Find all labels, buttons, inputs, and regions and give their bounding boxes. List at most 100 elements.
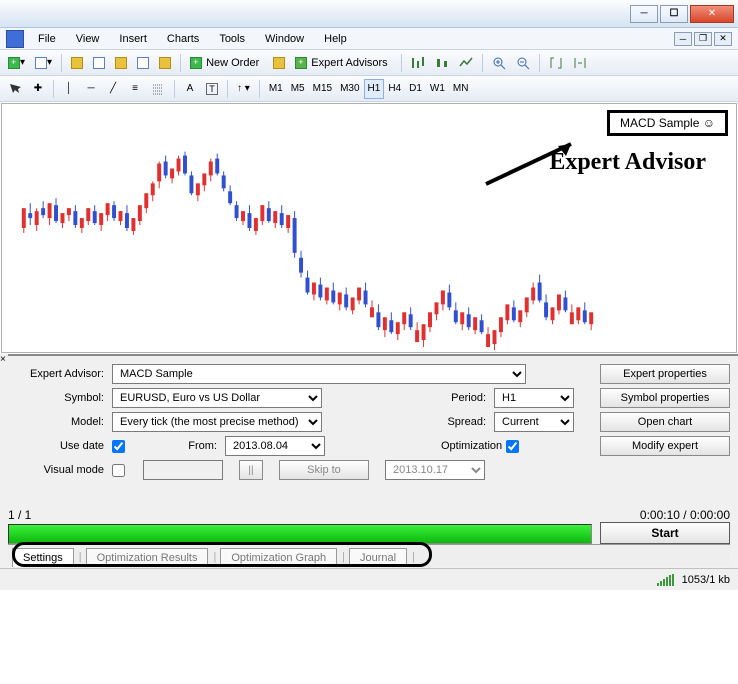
to-date-select[interactable]: 2013.10.17 [385, 460, 485, 480]
timeframe-m15[interactable]: M15 [309, 79, 336, 99]
ea-icon [295, 57, 307, 69]
cursor-button[interactable] [4, 79, 26, 99]
separator [539, 54, 540, 72]
timeframe-h1[interactable]: H1 [364, 79, 385, 99]
optimization-label: Optimization [441, 440, 502, 452]
menu-bar: File View Insert Charts Tools Window Hel… [0, 28, 738, 50]
chart-area[interactable]: MACD Sample ☺ Expert Advisor [1, 103, 737, 353]
menu-file[interactable]: File [28, 30, 66, 48]
metaeditor-button[interactable] [269, 53, 289, 73]
navigator-button[interactable] [111, 53, 131, 73]
period-select[interactable]: H1 [494, 388, 574, 408]
menu-window[interactable]: Window [255, 30, 314, 48]
candle-chart-button[interactable] [431, 53, 453, 73]
fib-button[interactable] [147, 79, 169, 99]
ea-select[interactable]: MACD Sample [112, 364, 526, 384]
vertical-line-button[interactable]: │ [59, 79, 79, 99]
candlestick-chart [2, 104, 736, 352]
symbol-properties-button[interactable]: Symbol properties [600, 388, 730, 408]
data-window-button[interactable] [89, 53, 109, 73]
timeframe-d1[interactable]: D1 [405, 79, 426, 99]
timeframe-h4[interactable]: H4 [384, 79, 405, 99]
from-date-select[interactable]: 2013.08.04 [225, 436, 325, 456]
timeframe-m5[interactable]: M5 [287, 79, 309, 99]
start-button[interactable]: Start [600, 522, 730, 544]
expert-advisors-button[interactable]: Expert Advisors [291, 53, 395, 73]
app-icon[interactable] [6, 30, 24, 48]
new-order-button[interactable]: New Order [186, 53, 267, 73]
close-button[interactable]: ✕ [690, 5, 734, 23]
from-label: From: [181, 440, 221, 452]
chart-shift-button[interactable] [569, 53, 591, 73]
horizontal-line-button[interactable]: ─ [81, 79, 101, 99]
tab-optimization-graph[interactable]: Optimization Graph [220, 548, 337, 567]
terminal-icon [137, 57, 149, 69]
line-chart-icon [459, 56, 473, 70]
timeframe-mn[interactable]: MN [449, 79, 473, 99]
tab-journal[interactable]: Journal [349, 548, 407, 567]
tab-settings[interactable]: Settings [12, 548, 74, 567]
visual-mode-label: Visual mode [8, 464, 108, 476]
text-button[interactable]: A [180, 79, 200, 99]
channel-button[interactable]: ≡ [125, 79, 145, 99]
ea-label: Expert Advisor: [8, 368, 108, 380]
expert-properties-button[interactable]: Expert properties [600, 364, 730, 384]
timeframe-m1[interactable]: M1 [265, 79, 287, 99]
crosshair-button[interactable]: ✚ [28, 79, 48, 99]
arrows-button[interactable]: ↑ ▾ [233, 79, 254, 99]
text-label-button[interactable]: T [202, 79, 222, 99]
market-watch-button[interactable] [67, 53, 87, 73]
scroll-icon [549, 56, 563, 70]
menu-insert[interactable]: Insert [109, 30, 157, 48]
symbol-label: Symbol: [8, 392, 108, 404]
child-minimize-button[interactable]: ─ [674, 32, 692, 46]
close-tester-button[interactable]: × [0, 354, 8, 365]
separator [53, 80, 54, 98]
use-date-checkbox[interactable] [112, 440, 125, 453]
menu-view[interactable]: View [66, 30, 110, 48]
tester-tabs: Settings | Optimization Results | Optimi… [8, 544, 730, 566]
new-chart-button[interactable]: ▾ [4, 53, 29, 73]
menu-help[interactable]: Help [314, 30, 357, 48]
line-chart-button[interactable] [455, 53, 477, 73]
candle-chart-icon [435, 56, 449, 70]
data-window-icon [93, 57, 105, 69]
bar-chart-icon [411, 56, 425, 70]
tester-button[interactable] [155, 53, 175, 73]
optimization-checkbox[interactable] [506, 440, 519, 453]
timeframe-m30[interactable]: M30 [336, 79, 363, 99]
menu-charts[interactable]: Charts [157, 30, 209, 48]
terminal-button[interactable] [133, 53, 153, 73]
profiles-button[interactable]: ▾ [31, 53, 56, 73]
bar-chart-button[interactable] [407, 53, 429, 73]
tab-optimization-results[interactable]: Optimization Results [86, 548, 209, 567]
cursor-icon [8, 82, 22, 96]
tester-icon [159, 57, 171, 69]
minimize-button[interactable]: ─ [630, 5, 658, 23]
progress-bar [8, 524, 592, 544]
separator [401, 54, 402, 72]
separator [227, 80, 228, 98]
modify-expert-button[interactable]: Modify expert [600, 436, 730, 456]
auto-scroll-button[interactable] [545, 53, 567, 73]
status-bar: 1053/1 kb [0, 568, 738, 590]
timeframe-w1[interactable]: W1 [426, 79, 449, 99]
child-close-button[interactable]: ✕ [714, 32, 732, 46]
model-select[interactable]: Every tick (the most precise method) [112, 412, 322, 432]
symbol-select[interactable]: EURUSD, Euro vs US Dollar [112, 388, 322, 408]
ea-annotation: Expert Advisor [549, 149, 706, 176]
menu-tools[interactable]: Tools [209, 30, 255, 48]
child-restore-button[interactable]: ❐ [694, 32, 712, 46]
skip-to-button[interactable]: Skip to [279, 460, 369, 480]
trendline-button[interactable]: ╱ [103, 79, 123, 99]
pause-button[interactable]: || [239, 460, 263, 480]
visual-mode-checkbox[interactable] [112, 464, 125, 477]
maximize-button[interactable]: ☐ [660, 5, 688, 23]
zoom-in-button[interactable] [488, 53, 510, 73]
open-chart-button[interactable]: Open chart [600, 412, 730, 432]
speed-slider[interactable] [143, 460, 223, 480]
shift-icon [573, 56, 587, 70]
spread-select[interactable]: Current [494, 412, 574, 432]
status-kb: 1053/1 kb [682, 574, 730, 586]
zoom-out-button[interactable] [512, 53, 534, 73]
